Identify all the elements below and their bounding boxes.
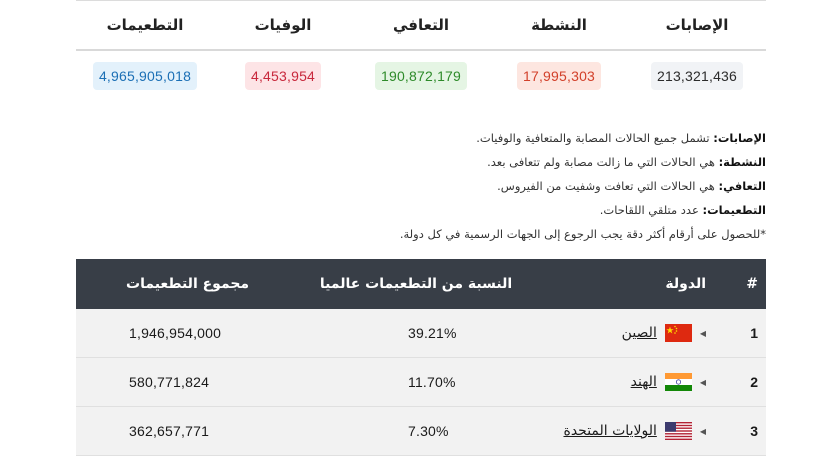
china-flag-icon (664, 324, 692, 342)
header-country: الدولة (665, 276, 706, 292)
definition-active: النشطة: هي الحالات التي ما زالت مصابة ول… (76, 150, 766, 174)
total-value: 580,771,824 (129, 374, 210, 390)
header-percent: النسبة من التطعيمات عالميا (319, 276, 513, 292)
stats-table: الإصابات النشطة التعافي الوفيات التطعيما… (76, 0, 766, 101)
stats-header-row: الإصابات النشطة التعافي الوفيات التطعيما… (76, 1, 766, 51)
definition-text: تشمل جميع الحالات المصابة والمتعافية وال… (476, 131, 714, 145)
vaccinations-value: 4,965,905,018 (92, 62, 198, 90)
header-cases: الإصابات (665, 16, 729, 34)
percent-value: 11.70% (408, 374, 456, 390)
countries-table: # الدولة النسبة من التطعيمات عالميا مجمو… (76, 259, 766, 456)
stats-section: الإصابات النشطة التعافي الوفيات التطعيما… (76, 0, 766, 456)
rank: 1 (750, 325, 758, 341)
usa-flag-icon (664, 422, 692, 440)
percent-value: 39.21% (408, 325, 457, 341)
rank: 3 (750, 423, 758, 439)
header-vaccinations: التطعيمات (106, 16, 184, 34)
cell-cases: 213,321,436 (628, 51, 766, 101)
cell-vaccinations: 4,965,905,018 (76, 51, 214, 101)
definition-text: هي الحالات التي ما زالت مصابة ولم تتعافى… (487, 155, 719, 169)
definition-recovered: التعافي: هي الحالات التي تعافت وشفيت من … (76, 174, 766, 198)
total-value: 362,657,771 (129, 423, 210, 439)
header-rank: # (746, 276, 758, 292)
table-row[interactable]: 1 ◀ الصين 39.21% 1,946,954,000 (76, 309, 766, 358)
cell-recovered: 190,872,179 (352, 51, 490, 101)
caret-left-icon[interactable]: ◀ (700, 378, 706, 387)
country-link[interactable]: الصين (622, 325, 657, 341)
rank: 2 (750, 374, 758, 390)
cell-active: 17,995,303 (490, 51, 628, 101)
country-cell: ◀ الولايات المتحدة (536, 422, 716, 440)
definition-cases: الإصابات: تشمل جميع الحالات المصابة والم… (76, 126, 766, 150)
header-total: مجموع التطعيمات (126, 276, 250, 292)
definition-term: التعافي: (718, 179, 766, 193)
cell-deaths: 4,453,954 (214, 51, 352, 101)
cases-value: 213,321,436 (650, 62, 744, 90)
recovered-value: 190,872,179 (374, 62, 468, 90)
total-value: 1,946,954,000 (129, 325, 222, 341)
header-deaths: الوفيات (254, 16, 312, 34)
country-link[interactable]: الهند (631, 374, 657, 390)
header-active: النشطة (531, 16, 587, 34)
percent-value: 7.30% (408, 423, 449, 439)
definition-term: النشطة: (718, 155, 766, 169)
country-cell: ◀ الهند (536, 373, 716, 391)
definition-text: عدد متلقي اللقاحات. (599, 203, 703, 217)
table-row[interactable]: 3 ◀ الولايات المتحدة 7.30% 362,657,771 (76, 407, 766, 456)
caret-left-icon[interactable]: ◀ (700, 427, 706, 436)
definition-vaccinations: التطعيمات: عدد متلقي اللقاحات. (76, 198, 766, 222)
deaths-value: 4,453,954 (244, 62, 322, 90)
countries-table-header: # الدولة النسبة من التطعيمات عالميا مجمو… (76, 259, 766, 309)
accuracy-note: *للحصول على أرقام أكثر دقة يجب الرجوع إل… (399, 227, 766, 241)
definitions: الإصابات: تشمل جميع الحالات المصابة والم… (76, 126, 766, 246)
table-row[interactable]: 2 ◀ الهند 11.70% 580,771,824 (76, 358, 766, 407)
country-cell: ◀ الصين (536, 324, 716, 342)
active-value: 17,995,303 (516, 62, 602, 90)
definition-text: هي الحالات التي تعافت وشفيت من الفيروس. (497, 179, 719, 193)
stats-values-row: 213,321,436 17,995,303 190,872,179 4,453… (76, 51, 766, 101)
definition-term: التطعيمات: (702, 203, 766, 217)
caret-left-icon[interactable]: ◀ (700, 329, 706, 338)
header-recovered: التعافي (393, 16, 449, 34)
india-flag-icon (664, 373, 692, 391)
definition-term: الإصابات: (713, 131, 766, 145)
country-link[interactable]: الولايات المتحدة (563, 423, 656, 439)
